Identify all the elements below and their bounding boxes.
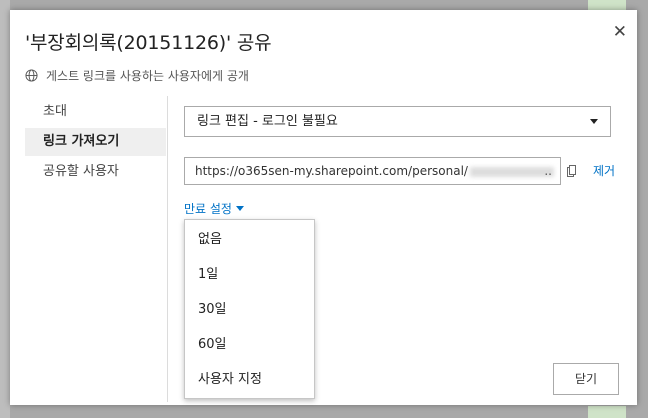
link-url-text: https://o365sen-my.sharepoint.com/person… xyxy=(195,164,468,178)
nav-item-shared-with[interactable]: 공유할 사용자 xyxy=(25,158,166,186)
expiry-option-1-day[interactable]: 1일 xyxy=(185,257,314,292)
nav-divider xyxy=(167,96,168,402)
url-ellipsis: .. xyxy=(544,164,552,178)
expiry-option-30-days[interactable]: 30일 xyxy=(185,292,314,327)
remove-link[interactable]: 제거 xyxy=(593,162,615,179)
expiry-option-custom[interactable]: 사용자 지정 xyxy=(185,362,314,397)
backdrop-cell-top xyxy=(588,0,626,10)
redacted-text xyxy=(469,166,554,177)
nav-item-invite[interactable]: 초대 xyxy=(25,98,166,126)
link-type-select[interactable]: 링크 편집 - 로그인 불필요 xyxy=(184,106,611,137)
expiry-option-none[interactable]: 없음 xyxy=(185,222,314,257)
link-url-field[interactable]: https://o365sen-my.sharepoint.com/person… xyxy=(184,157,561,185)
caret-down-icon xyxy=(235,206,244,211)
copy-icon[interactable] xyxy=(567,165,576,177)
backdrop-left xyxy=(0,0,10,418)
expiry-dropdown: 없음 1일 30일 60일 사용자 지정 xyxy=(184,219,315,399)
expiry-label: 만료 설정 xyxy=(184,202,232,216)
chevron-down-icon xyxy=(590,119,598,124)
share-dialog: '부장회의록(20151126)' 공유 ✕ 게스트 링크를 사용하는 사용자에… xyxy=(10,10,637,405)
subtitle-text: 게스트 링크를 사용하는 사용자에게 공개 xyxy=(46,69,249,83)
close-button[interactable]: 닫기 xyxy=(553,363,619,395)
expiry-option-60-days[interactable]: 60일 xyxy=(185,327,314,362)
expiry-toggle[interactable]: 만료 설정 xyxy=(184,200,244,217)
dialog-subtitle: 게스트 링크를 사용하는 사용자에게 공개 xyxy=(25,67,249,84)
link-type-value: 링크 편집 - 로그인 불필요 xyxy=(197,114,338,129)
backdrop-cell-bottom xyxy=(588,406,626,418)
globe-icon xyxy=(25,69,38,82)
close-icon[interactable]: ✕ xyxy=(613,22,627,42)
share-nav: 초대 링크 가져오기 공유할 사용자 xyxy=(25,98,166,188)
dialog-title: '부장회의록(20151126)' 공유 xyxy=(25,32,272,54)
nav-item-get-link[interactable]: 링크 가져오기 xyxy=(25,128,166,156)
